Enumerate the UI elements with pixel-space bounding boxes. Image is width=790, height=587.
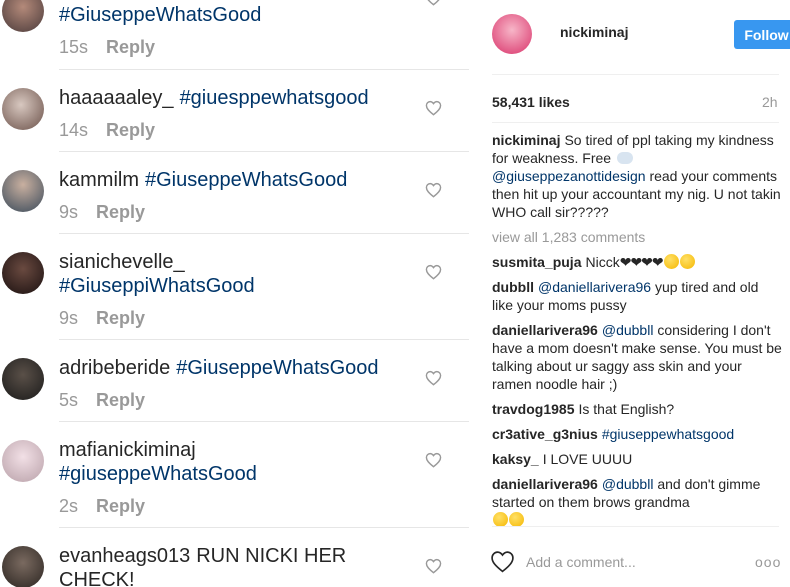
comment-username[interactable]: haaaaaaley_ (59, 87, 174, 109)
more-options-icon[interactable]: ooo (755, 554, 781, 570)
heart-outline-icon[interactable] (490, 550, 515, 573)
comment-hashtag[interactable]: #giuesppewhatsgood (180, 87, 369, 109)
reply-button[interactable]: Reply (96, 202, 145, 222)
comment: dubbll @daniellarivera96 yup tired and ol… (492, 278, 782, 314)
likes-count[interactable]: 58,431 likes (492, 94, 570, 110)
divider (492, 122, 779, 123)
comment: daniellarivera96 @dubbll and don't gimme … (492, 475, 782, 529)
caption-username[interactable]: nickiminaj (492, 132, 560, 148)
heart-outline-icon[interactable] (425, 452, 442, 468)
comment-hashtag[interactable]: #giuseppeWhatsGood (59, 463, 257, 485)
comment-username[interactable]: cr3ative_g3nius (492, 426, 598, 442)
comment-hashtag[interactable]: #GiuseppiWhatsGood (59, 275, 255, 297)
reply-button[interactable]: Reply (96, 496, 145, 516)
reply-button[interactable]: Reply (96, 390, 145, 410)
divider (59, 69, 469, 70)
comment-time: 15s (59, 37, 89, 57)
comment-hashtag[interactable]: #GiuseppeWhatsGood (145, 169, 347, 191)
comment-hashtag[interactable]: #GiuseppeWhatsGood (176, 357, 378, 379)
reply-button[interactable]: Reply (96, 308, 145, 328)
comment-hashtag[interactable]: #GiuseppeWhatsGood (59, 4, 261, 26)
post-age: 2h (762, 94, 778, 110)
follow-button[interactable]: Follow (734, 20, 790, 49)
comment-username[interactable]: susmita_puja (492, 254, 581, 270)
comment-username[interactable]: kaksy_ (492, 451, 539, 467)
avatar[interactable] (2, 0, 44, 32)
view-all-comments-link[interactable]: view all 1,283 comments (492, 228, 782, 246)
comment-username[interactable]: daniellarivera96 (492, 322, 598, 338)
comment-username[interactable]: dubbll (492, 279, 534, 295)
divider (59, 339, 469, 340)
post-header: nickiminaj Follow (490, 12, 790, 56)
avatar[interactable] (2, 170, 44, 212)
comment: daniellarivera96 @dubbll considering I do… (492, 321, 782, 393)
avatar[interactable] (2, 440, 44, 482)
comment: cr3ative_g3nius #giuseppewhatsgood (492, 425, 782, 443)
comment-text: Nicck (585, 254, 620, 270)
post-username[interactable]: nickiminaj (560, 24, 628, 40)
heart-outline-icon[interactable] (425, 264, 442, 280)
post-panel: nickiminaj Follow 58,431 likes 2h nickim… (470, 0, 790, 587)
heart-emoji-icon: ❤❤❤❤ (619, 254, 664, 270)
laughing-emoji-icon (509, 512, 524, 527)
heart-eyes-emoji-icon (663, 254, 679, 269)
heart-eyes-emoji-icon (679, 254, 695, 269)
reply-button[interactable]: Reply (106, 120, 155, 140)
comment-username[interactable]: kammilm (59, 169, 139, 191)
comment: travdog1985 Is that English? (492, 400, 782, 418)
avatar[interactable] (2, 252, 44, 294)
comment-text: Is that English? (578, 401, 675, 417)
divider (492, 74, 779, 75)
avatar[interactable] (2, 88, 44, 130)
comment-username[interactable]: daniellarivera96 (492, 476, 598, 492)
comment-username[interactable]: adribeberide (59, 357, 170, 379)
comment-username[interactable]: travdog1985 (492, 401, 574, 417)
cloud-emoji-icon (616, 152, 633, 164)
add-comment-bar: ooo (490, 542, 780, 582)
divider (59, 527, 469, 528)
heart-outline-icon[interactable] (425, 0, 442, 6)
comment-hashtag[interactable]: #giuseppewhatsgood (602, 426, 734, 442)
comment-time: 5s (59, 390, 79, 410)
comment: kaksy_ I LOVE UUUU (492, 450, 782, 468)
tired-emoji-icon (493, 512, 508, 527)
profile-avatar[interactable] (492, 14, 532, 54)
comment: susmita_puja Nicck❤❤❤❤ (492, 253, 782, 271)
comment-username[interactable]: evanheags013 (59, 545, 190, 567)
comment-time: 9s (59, 202, 79, 222)
heart-outline-icon[interactable] (425, 370, 442, 386)
heart-outline-icon[interactable] (425, 100, 442, 116)
add-comment-input[interactable] (526, 550, 746, 574)
divider (59, 151, 469, 152)
comment-time: 9s (59, 308, 79, 328)
reply-button[interactable]: Reply (106, 37, 155, 57)
comment-mention[interactable]: @dubbll (602, 322, 654, 338)
caption: nickiminaj So tired of ppl taking my kind… (492, 131, 782, 221)
comment-username[interactable]: mafianickiminaj (59, 439, 196, 461)
heart-outline-icon[interactable] (425, 558, 442, 574)
post-comments: nickiminaj So tired of ppl taking my kind… (492, 131, 782, 536)
avatar[interactable] (2, 546, 44, 587)
comment-mention[interactable]: @daniellarivera96 (538, 279, 651, 295)
comment-time: 2s (59, 496, 79, 516)
comment-text: I LOVE UUUU (542, 451, 633, 467)
comment-mention[interactable]: @dubbll (602, 476, 654, 492)
heart-outline-icon[interactable] (425, 182, 442, 198)
comment-list-zoomed: #GiuseppeWhatsGood 15s Reply haaaaaaley_ #… (0, 0, 470, 587)
caption-mention[interactable]: @giuseppezanottidesign (492, 168, 646, 184)
divider (492, 526, 779, 527)
avatar[interactable] (2, 358, 44, 400)
comment-username[interactable]: sianichevelle_ (59, 251, 185, 273)
divider (59, 421, 469, 422)
comment-time: 14s (59, 120, 89, 140)
divider (59, 233, 469, 234)
